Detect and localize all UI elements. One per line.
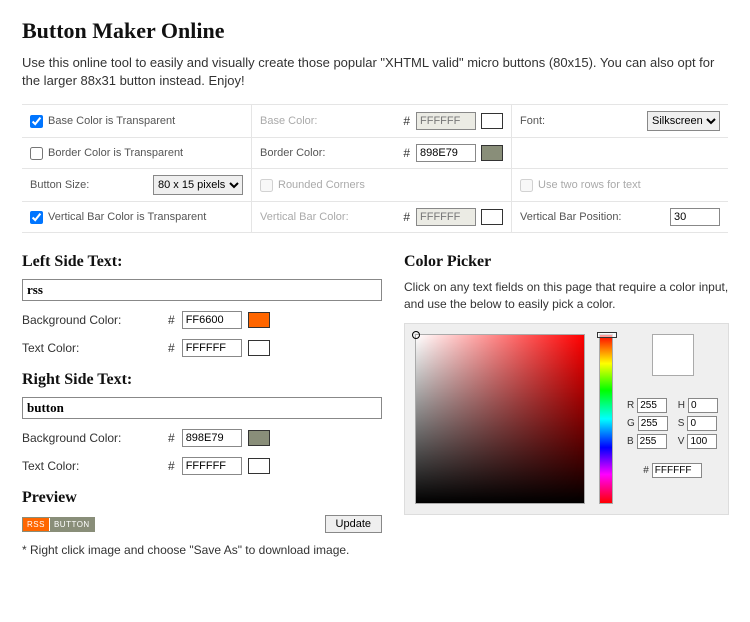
base-color-label: Base Color: [260, 115, 317, 127]
r-label: R [627, 400, 634, 411]
hue-slider-handle[interactable] [597, 332, 617, 338]
s-input[interactable] [687, 416, 717, 431]
left-tc-swatch [248, 340, 270, 356]
b-input[interactable] [637, 434, 667, 449]
v-input[interactable] [687, 434, 717, 449]
color-picker-desc: Click on any text fields on this page th… [404, 279, 729, 313]
right-text-input[interactable] [22, 397, 382, 419]
vbar-color-label: Vertical Bar Color: [260, 211, 349, 223]
left-bg-swatch [248, 312, 270, 328]
update-button[interactable]: Update [325, 515, 382, 533]
v-label: V [678, 436, 685, 447]
g-label: G [627, 418, 635, 429]
r-input[interactable] [637, 398, 667, 413]
vbar-transparent-label: Vertical Bar Color is Transparent [48, 211, 206, 223]
left-bg-input[interactable] [182, 311, 242, 329]
color-sample-swatch [652, 334, 694, 376]
left-text-heading: Left Side Text: [22, 253, 382, 271]
size-label: Button Size: [30, 179, 89, 191]
color-picker-hue[interactable] [599, 334, 613, 504]
left-bg-label: Background Color: [22, 313, 162, 327]
right-bg-input[interactable] [182, 429, 242, 447]
right-bg-swatch [248, 430, 270, 446]
vbar-transparent-checkbox[interactable] [30, 211, 43, 224]
font-label: Font: [520, 115, 545, 127]
border-transparent-checkbox[interactable] [30, 147, 43, 160]
page-title: Button Maker Online [22, 18, 728, 44]
preview-heading: Preview [22, 489, 382, 507]
base-color-input[interactable] [416, 112, 476, 130]
right-tc-label: Text Color: [22, 459, 162, 473]
border-color-input[interactable] [416, 144, 476, 162]
color-picker-gradient[interactable] [415, 334, 585, 504]
vbar-pos-input[interactable] [670, 208, 720, 226]
g-input[interactable] [638, 416, 668, 431]
color-picker-panel: R G B H S V # [404, 323, 729, 515]
b-label: B [627, 436, 634, 447]
border-color-swatch [481, 145, 503, 161]
rounded-checkbox [260, 179, 273, 192]
intro-text: Use this online tool to easily and visua… [22, 54, 728, 90]
size-select[interactable]: 80 x 15 pixels [153, 175, 243, 195]
left-tc-input[interactable] [182, 339, 242, 357]
border-transparent-label: Border Color is Transparent [48, 147, 183, 159]
h-label: H [678, 400, 685, 411]
base-transparent-checkbox[interactable] [30, 115, 43, 128]
right-tc-input[interactable] [182, 457, 242, 475]
base-color-swatch [481, 113, 503, 129]
right-bg-label: Background Color: [22, 431, 162, 445]
right-text-heading: Right Side Text: [22, 371, 382, 389]
vbar-color-input[interactable] [416, 208, 476, 226]
preview-image[interactable]: RSS BUTTON [22, 517, 95, 532]
vbar-pos-label: Vertical Bar Position: [520, 211, 622, 223]
preview-note: * Right click image and choose "Save As"… [22, 543, 382, 557]
left-tc-label: Text Color: [22, 341, 162, 355]
vbar-color-swatch [481, 209, 503, 225]
preview-left: RSS [23, 518, 49, 531]
color-picker-heading: Color Picker [404, 253, 729, 271]
left-text-input[interactable] [22, 279, 382, 301]
two-rows-label: Use two rows for text [538, 179, 641, 191]
hex-hash: # [643, 465, 649, 476]
color-picker-cursor[interactable] [412, 331, 420, 339]
options-grid: Base Color is Transparent Base Color: # … [22, 104, 728, 233]
right-tc-swatch [248, 458, 270, 474]
s-label: S [678, 418, 685, 429]
border-color-label: Border Color: [260, 147, 325, 159]
preview-right: BUTTON [49, 518, 94, 531]
base-transparent-label: Base Color is Transparent [48, 115, 175, 127]
font-select[interactable]: Silkscreen [647, 111, 720, 131]
two-rows-checkbox [520, 179, 533, 192]
hex-input[interactable] [652, 463, 702, 478]
h-input[interactable] [688, 398, 718, 413]
rounded-label: Rounded Corners [278, 179, 365, 191]
